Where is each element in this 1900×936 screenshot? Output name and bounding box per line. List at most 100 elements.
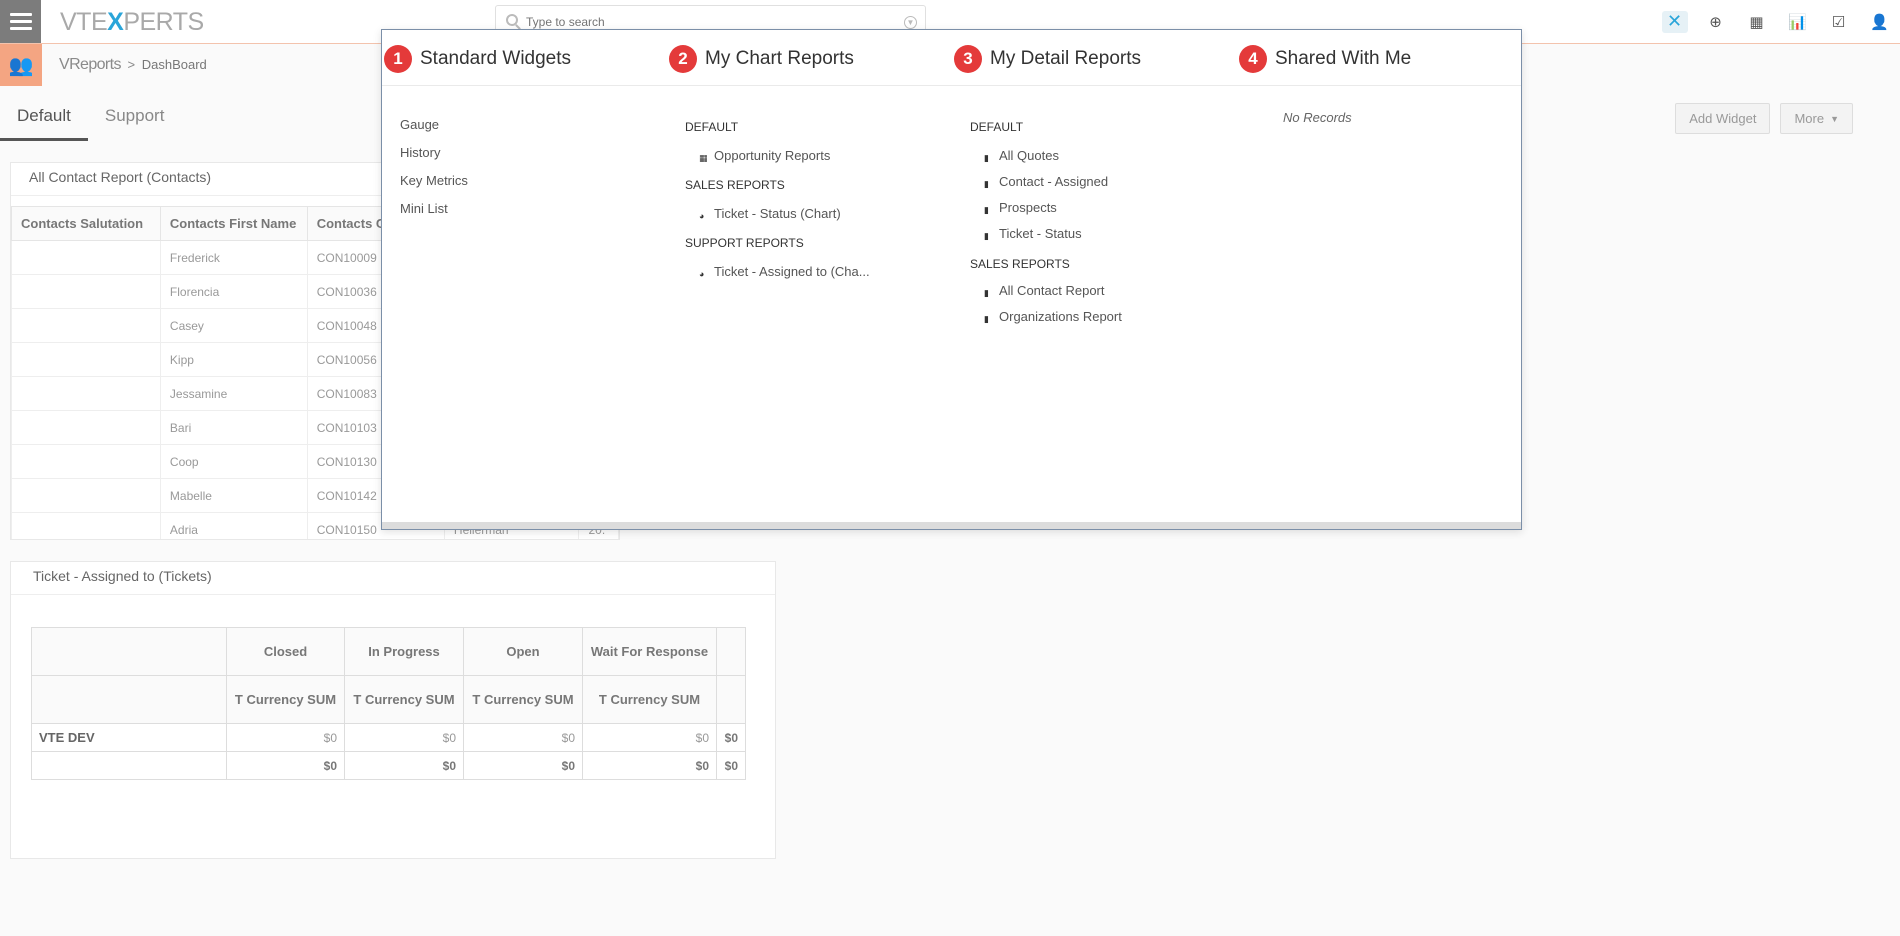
- search-icon: [506, 14, 518, 26]
- column-header: Wait For Response: [582, 627, 717, 676]
- step-number-badge: 3: [954, 45, 982, 73]
- table-cell: [11, 444, 161, 479]
- measure-header: T Currency SUM: [582, 675, 717, 724]
- report-item[interactable]: ▮ Prospects: [970, 199, 1122, 225]
- dashboard-tabs: Default Support: [0, 100, 181, 141]
- report-item[interactable]: ▮ All Contact Report: [970, 282, 1122, 308]
- table-cell: [11, 376, 161, 411]
- detail-report-icon: ▮: [984, 288, 989, 298]
- detail-report-icon: ▮: [984, 179, 989, 189]
- report-item[interactable]: ▮ Ticket - Status: [970, 225, 1122, 255]
- table-cell: $0: [344, 751, 464, 780]
- report-item-label: Ticket - Status: [999, 226, 1082, 241]
- table-cell: [11, 478, 161, 513]
- heading-label: My Chart Reports: [705, 48, 854, 69]
- table-cell: $0: [716, 723, 746, 752]
- report-item[interactable]: ▦ Opportunity Reports: [685, 147, 870, 176]
- step-number-badge: 1: [384, 45, 412, 73]
- report-item-label: Prospects: [999, 200, 1057, 215]
- checkbox-icon[interactable]: ☑: [1818, 0, 1859, 43]
- pie-chart-icon: ◕: [699, 269, 705, 279]
- row-label: VTE DEV: [31, 723, 227, 752]
- detail-report-icon: ▮: [984, 153, 989, 163]
- empty-state-text: No Records: [1283, 110, 1352, 125]
- breadcrumb-module[interactable]: VReports: [59, 56, 122, 73]
- table-icon: ▦: [699, 153, 708, 163]
- tickets-report-widget: Ticket - Assigned to (Tickets) Closed In…: [10, 561, 776, 859]
- detail-reports-list: DEFAULT ▮ All Quotes ▮ Contact - Assigned …: [970, 118, 1122, 334]
- measure-header: [716, 675, 746, 724]
- table-cell: Frederick: [159, 240, 308, 275]
- column-header: Closed: [226, 627, 345, 676]
- table-cell: [11, 512, 161, 539]
- table-cell: Adria: [159, 512, 308, 539]
- report-item[interactable]: ◕ Ticket - Assigned to (Cha...: [685, 263, 870, 292]
- row-label: [31, 751, 227, 780]
- table-cell: [11, 342, 161, 377]
- tab-default[interactable]: Default: [0, 100, 88, 141]
- horizontal-scrollbar[interactable]: [382, 522, 1521, 529]
- group-label: SALES REPORTS: [970, 257, 1070, 271]
- vtexperts-icon[interactable]: ✕: [1654, 0, 1695, 43]
- total-row: $0 $0 $0 $0 $0: [31, 751, 746, 780]
- shared-reports-list: No Records: [1255, 110, 1352, 125]
- chart-reports-heading: 2 My Chart Reports: [669, 45, 854, 73]
- table-cell: [11, 410, 161, 445]
- report-item-label: All Contact Report: [999, 283, 1105, 298]
- table-cell: $0: [344, 723, 464, 752]
- group-label: SUPPORT REPORTS: [685, 236, 804, 250]
- standard-widgets-heading: 1 Standard Widgets: [384, 45, 572, 73]
- shared-with-me-heading: 4 Shared With Me: [1239, 45, 1411, 73]
- table-cell: [11, 240, 161, 275]
- add-widget-button[interactable]: Add Widget: [1675, 103, 1771, 134]
- widget-item-gauge[interactable]: Gauge: [400, 116, 468, 144]
- pivot-corner-cell: [31, 627, 227, 676]
- chevron-down-icon[interactable]: ▼: [904, 16, 917, 29]
- column-header[interactable]: Contacts Salutation: [11, 206, 161, 241]
- calendar-icon[interactable]: ▦: [1736, 0, 1777, 43]
- pivot-status-header-row: Closed In Progress Open Wait For Respons…: [31, 627, 746, 676]
- report-item-label: Ticket - Status (Chart): [714, 206, 841, 221]
- measure-header: T Currency SUM: [344, 675, 464, 724]
- table-cell: Florencia: [159, 274, 308, 309]
- more-button-label: More: [1794, 111, 1825, 126]
- table-cell: Bari: [159, 410, 308, 445]
- column-header[interactable]: Contacts First Name: [159, 206, 308, 241]
- hamburger-menu-icon[interactable]: [0, 0, 41, 43]
- report-item-label: Contact - Assigned: [999, 174, 1109, 189]
- app-logo[interactable]: VTEXPERTS: [60, 8, 204, 37]
- plus-circle-icon[interactable]: ⊕: [1695, 0, 1736, 43]
- breadcrumb-separator: >: [127, 57, 136, 72]
- measure-header: T Currency SUM: [226, 675, 345, 724]
- chart-reports-list: DEFAULT ▦ Opportunity Reports SALES REPOR…: [685, 118, 870, 292]
- report-item[interactable]: ▮ Organizations Report: [970, 308, 1122, 334]
- heading-label: My Detail Reports: [990, 48, 1141, 69]
- tab-support[interactable]: Support: [88, 100, 182, 141]
- table-cell: $0: [463, 751, 583, 780]
- group-label: DEFAULT: [685, 120, 739, 134]
- table-cell: Mabelle: [159, 478, 308, 513]
- widget-title: Ticket - Assigned to (Tickets): [11, 562, 775, 595]
- widget-item-mini-list[interactable]: Mini List: [400, 200, 468, 228]
- heading-label: Standard Widgets: [420, 48, 572, 69]
- widget-item-history[interactable]: History: [400, 144, 468, 172]
- user-icon[interactable]: 👤: [1859, 0, 1900, 43]
- table-cell: $0: [716, 751, 746, 780]
- group-label: DEFAULT: [970, 120, 1024, 134]
- report-item-label: Organizations Report: [999, 309, 1122, 324]
- add-widget-dropdown: 1 Standard Widgets 2 My Chart Reports 3 …: [381, 29, 1522, 530]
- breadcrumb-page: DashBoard: [141, 57, 207, 72]
- more-button[interactable]: More ▼: [1780, 103, 1853, 134]
- table-cell: Jessamine: [159, 376, 308, 411]
- users-icon[interactable]: 👥: [0, 44, 42, 86]
- column-header: In Progress: [344, 627, 464, 676]
- report-item[interactable]: ▮ Contact - Assigned: [970, 173, 1122, 199]
- group-label: SALES REPORTS: [685, 178, 785, 192]
- table-cell: $0: [582, 751, 717, 780]
- table-cell: $0: [226, 723, 345, 752]
- widget-item-key-metrics[interactable]: Key Metrics: [400, 172, 468, 200]
- bar-chart-icon[interactable]: 📊: [1777, 0, 1818, 43]
- detail-report-icon: ▮: [984, 205, 989, 215]
- report-item[interactable]: ◕ Ticket - Status (Chart): [685, 205, 870, 234]
- report-item[interactable]: ▮ All Quotes: [970, 147, 1122, 173]
